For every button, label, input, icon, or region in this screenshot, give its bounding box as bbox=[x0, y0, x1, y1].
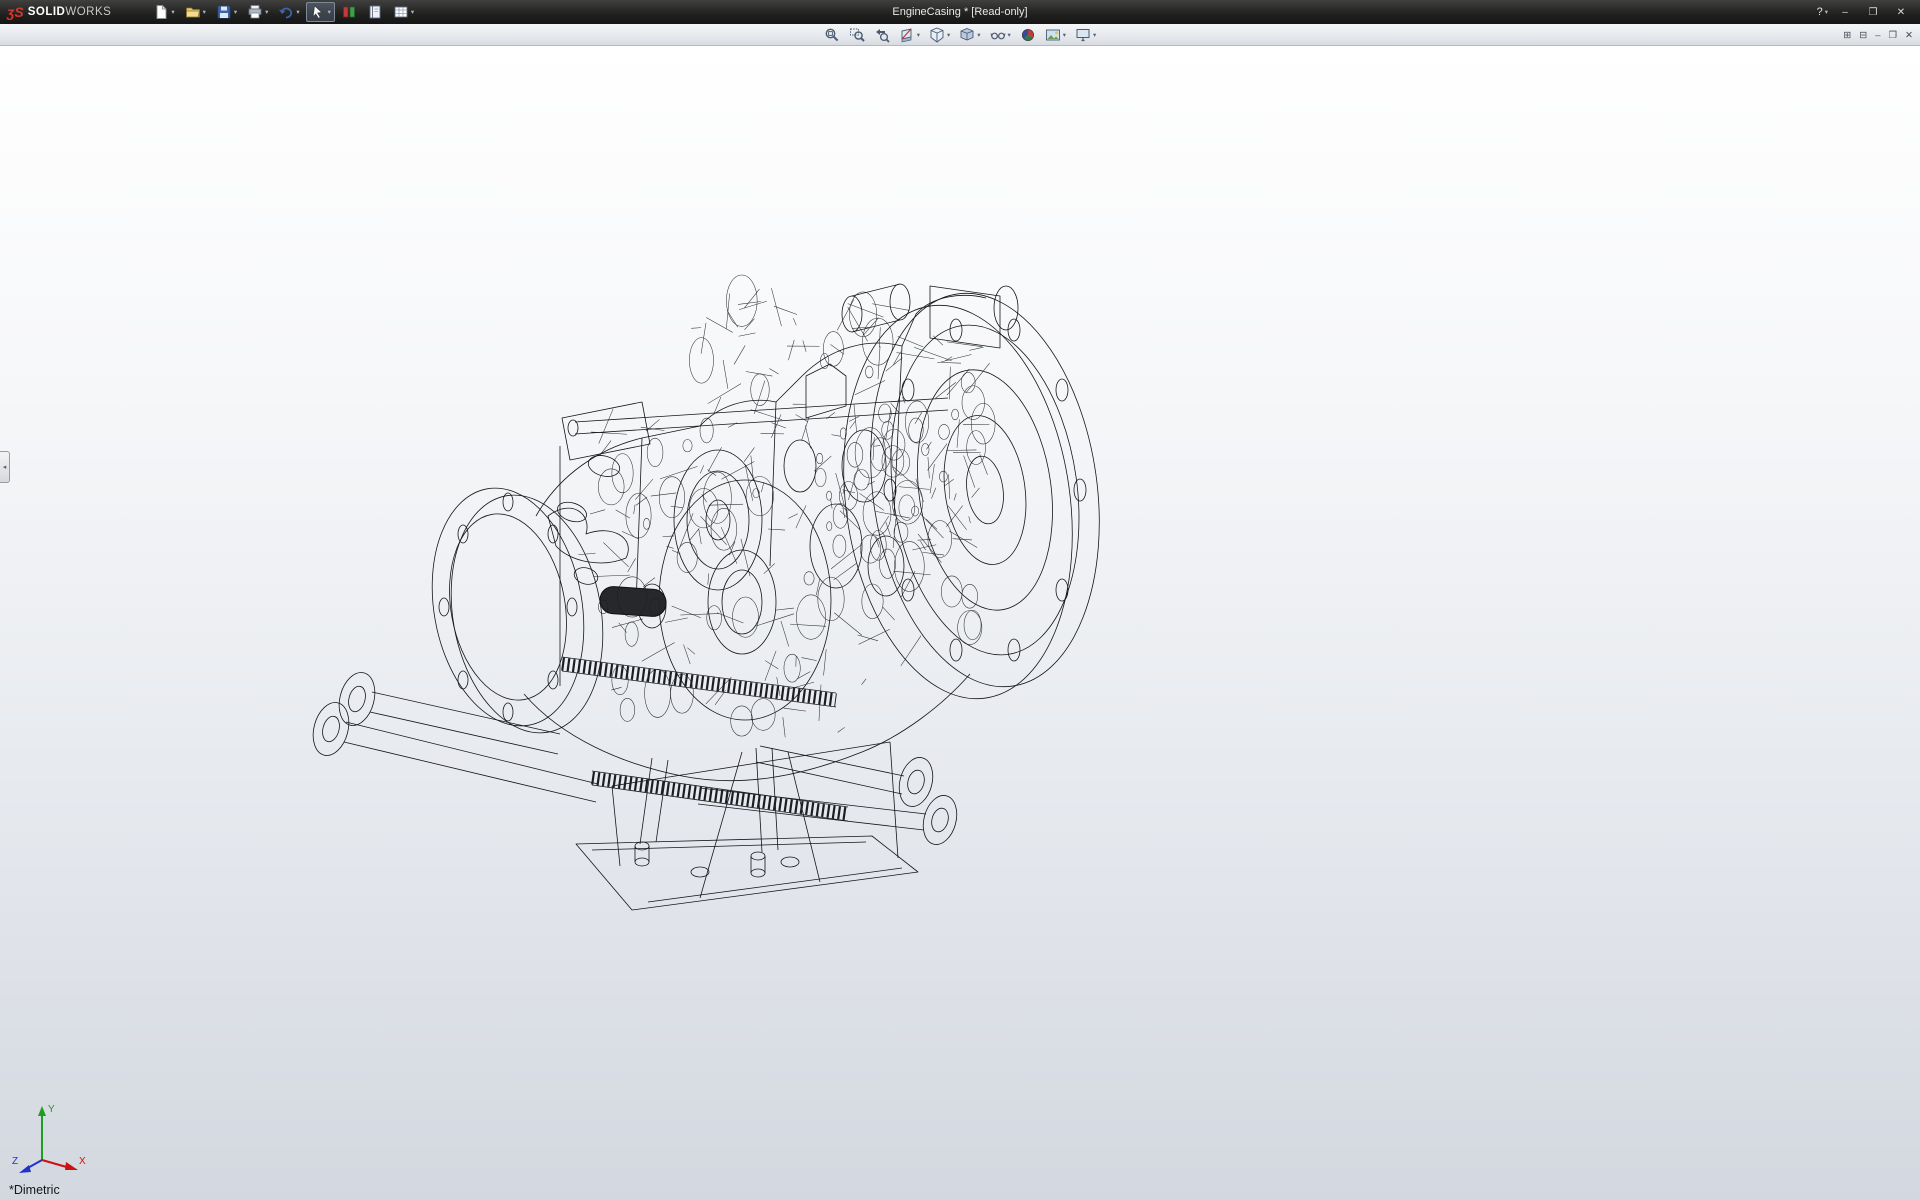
solidworks-window: ʒS SOLIDWORKS bbox=[0, 0, 1920, 1200]
zoom-to-area-icon bbox=[849, 27, 865, 43]
display-style-icon bbox=[959, 27, 975, 43]
triad-x-arrowhead bbox=[65, 1162, 78, 1170]
section-view-button[interactable] bbox=[896, 25, 923, 44]
cascade-windows-button[interactable]: ⊟ bbox=[1857, 27, 1869, 43]
print-button[interactable] bbox=[243, 2, 272, 22]
main-toolbar bbox=[149, 2, 418, 22]
brand-light: WORKS bbox=[65, 6, 111, 18]
options-table-icon bbox=[393, 4, 409, 20]
dark-cylinder-pin bbox=[599, 586, 667, 618]
tile-windows-button[interactable]: ⊞ bbox=[1841, 27, 1853, 43]
display-style-button[interactable] bbox=[956, 25, 983, 44]
undo-icon bbox=[278, 4, 294, 20]
wireframe-detail-noise bbox=[578, 275, 995, 737]
hide-show-glasses-icon bbox=[990, 27, 1006, 43]
view-settings-button[interactable] bbox=[1072, 25, 1099, 44]
document-window-controls: ⊞ ⊟ – ❐ ✕ bbox=[1841, 24, 1915, 46]
triad-z-label: Z bbox=[12, 1156, 18, 1167]
print-icon bbox=[247, 4, 263, 20]
new-document-icon bbox=[153, 4, 169, 20]
zoom-to-fit-button[interactable] bbox=[821, 25, 843, 44]
view-settings-monitor-icon bbox=[1075, 27, 1091, 43]
selection-filter-button[interactable] bbox=[337, 2, 361, 22]
view-orientation-label: *Dimetric bbox=[9, 1183, 60, 1197]
brand-bold: SOLID bbox=[28, 6, 66, 18]
undo-button[interactable] bbox=[274, 2, 303, 22]
help-label: ? bbox=[1817, 6, 1823, 18]
select-cursor-icon bbox=[310, 4, 326, 20]
reference-triad: Y X Z bbox=[8, 1098, 92, 1182]
apply-scene-button[interactable] bbox=[1042, 25, 1069, 44]
hide-show-items-button[interactable] bbox=[987, 25, 1014, 44]
zoom-to-fit-icon bbox=[824, 27, 840, 43]
edit-appearance-ball-icon bbox=[1020, 27, 1036, 43]
help-button[interactable]: ? bbox=[1817, 3, 1828, 21]
solidworks-logo: ʒS SOLIDWORKS bbox=[0, 5, 123, 19]
restore-button[interactable]: ❐ bbox=[1862, 4, 1884, 20]
doc-minimize-button[interactable]: – bbox=[1873, 27, 1882, 43]
engine-casing-wireframe-model[interactable] bbox=[0, 46, 1920, 1200]
options-button[interactable] bbox=[389, 2, 418, 22]
close-button[interactable]: ✕ bbox=[1890, 4, 1912, 20]
section-view-icon bbox=[899, 27, 915, 43]
heads-up-row: ⊞ ⊟ – ❐ ✕ bbox=[0, 24, 1920, 46]
select-button[interactable] bbox=[306, 2, 335, 22]
apply-scene-icon bbox=[1045, 27, 1061, 43]
view-orientation-cube-icon bbox=[929, 27, 945, 43]
design-binder-button[interactable] bbox=[363, 2, 387, 22]
minimize-button[interactable]: – bbox=[1834, 4, 1856, 20]
heads-up-view-toolbar bbox=[821, 25, 1100, 44]
window-controls: ? – ❐ ✕ bbox=[1817, 3, 1920, 21]
save-icon bbox=[216, 4, 232, 20]
previous-view-icon bbox=[874, 27, 890, 43]
dassault-logo-icon: ʒS bbox=[7, 5, 24, 19]
design-binder-icon bbox=[367, 4, 383, 20]
threaded-rods bbox=[562, 657, 848, 821]
doc-restore-button[interactable]: ❐ bbox=[1887, 27, 1900, 43]
triad-y-arrowhead bbox=[38, 1106, 46, 1116]
triad-x-label: X bbox=[79, 1156, 86, 1167]
open-button[interactable] bbox=[181, 2, 210, 22]
titlebar: ʒS SOLIDWORKS bbox=[0, 0, 1920, 24]
edit-appearance-button[interactable] bbox=[1017, 25, 1039, 44]
triad-z-arrowhead bbox=[19, 1165, 31, 1173]
wireframe-main-geometry bbox=[308, 278, 1124, 910]
triad-y-label: Y bbox=[48, 1104, 55, 1115]
open-folder-icon bbox=[185, 4, 201, 20]
graphics-viewport[interactable]: Y X Z *Dimetric ◂ bbox=[0, 46, 1920, 1200]
view-orientation-button[interactable] bbox=[926, 25, 953, 44]
zoom-to-area-button[interactable] bbox=[846, 25, 868, 44]
save-button[interactable] bbox=[212, 2, 241, 22]
previous-view-button[interactable] bbox=[871, 25, 893, 44]
selection-filter-icon bbox=[341, 4, 357, 20]
new-document-button[interactable] bbox=[149, 2, 178, 22]
doc-close-button[interactable]: ✕ bbox=[1903, 27, 1915, 43]
feature-panel-collapse-tab[interactable]: ◂ bbox=[0, 451, 10, 483]
brand-text: SOLIDWORKS bbox=[28, 6, 112, 18]
